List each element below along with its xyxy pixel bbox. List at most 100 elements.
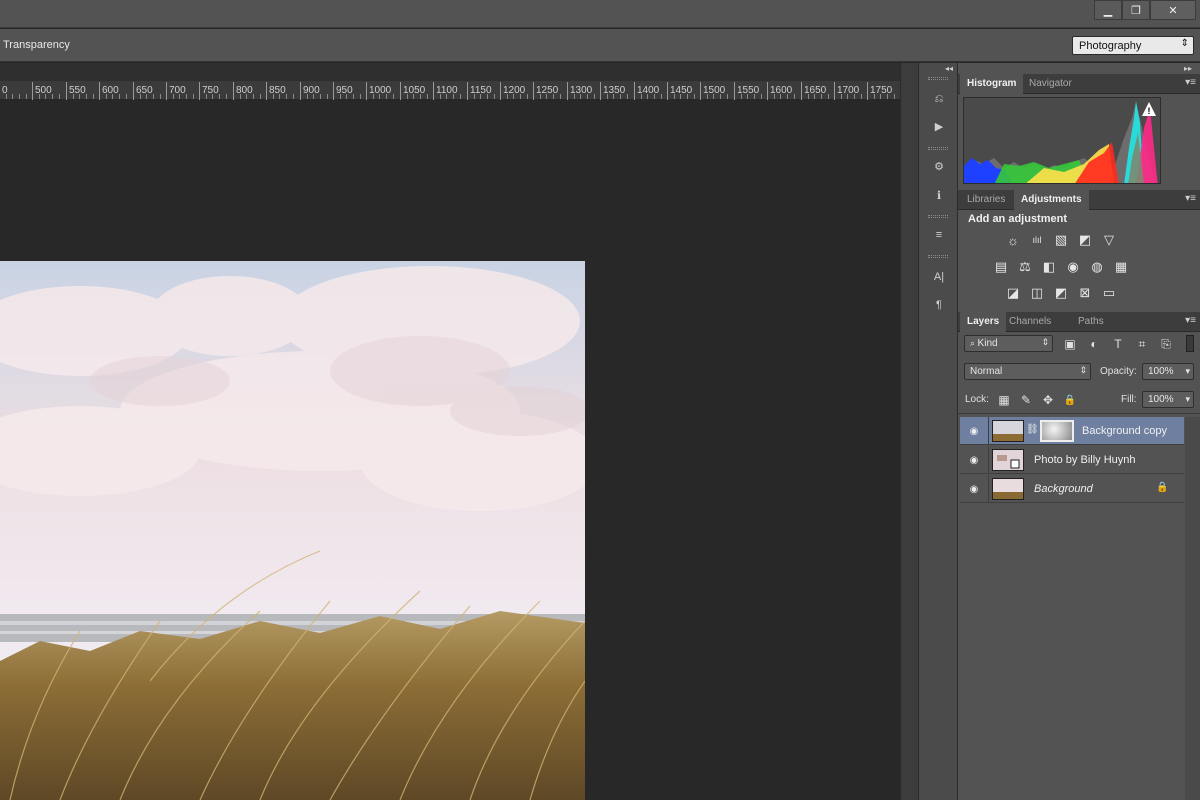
ruler-minor-tick: [112, 94, 113, 99]
ruler-minor-tick: [546, 94, 547, 99]
canvas-scrollbar[interactable]: [900, 63, 918, 800]
dock-grip[interactable]: [928, 255, 948, 258]
opacity-value: 100%: [1148, 366, 1174, 377]
ruler-minor-tick: [487, 94, 488, 99]
smart-object-filter-icon[interactable]: ⎘: [1158, 336, 1174, 352]
ruler-minor-tick: [173, 94, 174, 99]
dock-grip[interactable]: [928, 77, 948, 80]
adjustment-filter-icon[interactable]: ◐: [1086, 336, 1102, 352]
ruler-tick-label: 550: [69, 85, 86, 96]
ruler-minor-tick: [627, 94, 628, 99]
document-photo[interactable]: [0, 261, 585, 800]
filter-toggle[interactable]: [1186, 335, 1194, 352]
type-filter-icon[interactable]: T: [1110, 336, 1126, 352]
pixel-filter-icon[interactable]: ▣: [1062, 336, 1078, 352]
dock-grip[interactable]: [928, 147, 948, 150]
actions-icon[interactable]: ▶: [927, 115, 951, 137]
ruler-minor-tick: [413, 94, 414, 99]
ruler-minor-tick: [754, 94, 755, 99]
ruler-minor-tick: [560, 94, 561, 99]
ruler-minor-tick: [847, 94, 848, 99]
minimize-icon: ▁: [1103, 4, 1113, 17]
tab-libraries[interactable]: Libraries: [960, 190, 1012, 210]
exposure-icon[interactable]: ◩: [1076, 232, 1094, 248]
photo-filter-icon[interactable]: ◉: [1064, 259, 1082, 275]
layers-scrollbar[interactable]: [1185, 417, 1200, 800]
lock-transparent-icon[interactable]: ▦: [996, 392, 1012, 408]
layers-empty-area[interactable]: [958, 504, 1185, 800]
eye-icon[interactable]: ◉: [967, 453, 981, 467]
eye-icon[interactable]: ◉: [967, 482, 981, 496]
tab-paths[interactable]: Paths: [1071, 312, 1111, 332]
link-icon[interactable]: ⛓: [1026, 424, 1039, 435]
tab-adjustments[interactable]: Adjustments: [1014, 190, 1089, 210]
blend-mode-select[interactable]: Normal ⇕: [964, 363, 1091, 380]
panel-menu-icon[interactable]: ▾≡: [1185, 315, 1196, 326]
black-white-icon[interactable]: ◧: [1040, 259, 1058, 275]
color-balance-icon[interactable]: ⚖: [1016, 259, 1034, 275]
layer-name[interactable]: Photo by Billy Huynh: [1034, 454, 1136, 466]
workspace-select[interactable]: Photography ⇕: [1072, 36, 1194, 55]
ruler-minor-tick: [273, 94, 274, 99]
ruler-minor-tick: [353, 94, 354, 99]
ruler-minor-tick: [887, 94, 888, 99]
tab-layers[interactable]: Layers: [960, 312, 1007, 332]
gradient-map-icon[interactable]: ▭: [1100, 285, 1118, 301]
ruler-minor-tick: [12, 94, 13, 99]
eye-icon[interactable]: ◉: [967, 424, 981, 438]
lock-position-icon[interactable]: ✥: [1040, 392, 1056, 408]
collapse-dock-icon[interactable]: ◂◂: [945, 64, 953, 73]
layer-name[interactable]: Background copy: [1082, 425, 1167, 437]
divider: [988, 417, 989, 445]
brightness-contrast-icon[interactable]: ☼: [1004, 232, 1022, 248]
fill-input[interactable]: 100% ▾: [1142, 391, 1194, 408]
layer-mask-thumbnail[interactable]: [1040, 420, 1074, 442]
layer-row-background[interactable]: ◉ Background 🔒: [960, 475, 1184, 503]
selective-color-icon[interactable]: ⊠: [1076, 285, 1094, 301]
invert-icon[interactable]: ◪: [1004, 285, 1022, 301]
opacity-input[interactable]: 100% ▾: [1142, 363, 1194, 380]
threshold-icon[interactable]: ◩: [1052, 285, 1070, 301]
posterize-icon[interactable]: ◫: [1028, 285, 1046, 301]
panel-menu-icon[interactable]: ▾≡: [1185, 193, 1196, 204]
restore-button[interactable]: ❐: [1122, 0, 1150, 20]
curves-icon[interactable]: ▧: [1052, 232, 1070, 248]
hue-saturation-icon[interactable]: ▤: [992, 259, 1010, 275]
vibrance-icon[interactable]: ▽: [1100, 232, 1118, 248]
ruler-minor-tick: [507, 94, 508, 99]
character-icon[interactable]: A|: [927, 266, 951, 288]
shape-filter-icon[interactable]: ⌗: [1134, 336, 1150, 352]
layer-row-photo-by-billy-huynh[interactable]: ◉ Photo by Billy Huynh: [960, 446, 1184, 474]
minimize-button[interactable]: ▁: [1094, 0, 1122, 20]
dock-grip[interactable]: [928, 215, 948, 218]
filter-kind-select[interactable]: ⌕ Kind ⇕: [964, 335, 1053, 352]
layer-row-background-copy[interactable]: ◉ ⛓ Background copy: [960, 417, 1184, 445]
close-button[interactable]: ✕: [1150, 0, 1196, 20]
info-icon[interactable]: ℹ: [927, 184, 951, 206]
ruler-minor-tick: [861, 94, 862, 99]
paragraph-icon[interactable]: ¶: [927, 294, 951, 316]
tab-histogram[interactable]: Histogram: [960, 74, 1024, 94]
ruler-minor-tick: [787, 94, 788, 99]
lock-image-icon[interactable]: ✎: [1018, 392, 1034, 408]
panel-menu-icon[interactable]: ▾≡: [1185, 77, 1196, 88]
color-lookup-icon[interactable]: ▦: [1112, 259, 1130, 275]
tab-channels[interactable]: Channels: [1002, 312, 1058, 332]
levels-icon[interactable]: ılıl: [1028, 232, 1046, 248]
transparency-label[interactable]: Transparency: [3, 39, 70, 51]
layer-name[interactable]: Background: [1034, 483, 1093, 495]
clone-source-icon[interactable]: ≡: [927, 224, 951, 246]
properties-icon[interactable]: ⚙: [927, 155, 951, 177]
layer-lock-icon[interactable]: 🔒: [1156, 482, 1168, 493]
divider: [988, 446, 989, 474]
tab-navigator[interactable]: Navigator: [1022, 74, 1079, 94]
channel-mixer-icon[interactable]: ◍: [1088, 259, 1106, 275]
history-icon[interactable]: ⎌: [927, 88, 951, 110]
collapse-panels-icon[interactable]: ▸▸: [1184, 64, 1192, 73]
lock-all-icon[interactable]: 🔒: [1062, 392, 1078, 408]
ruler-minor-tick: [580, 94, 581, 99]
ruler-minor-tick: [140, 94, 141, 99]
ruler-minor-tick: [373, 94, 374, 99]
ruler-minor-tick: [741, 94, 742, 99]
ruler-minor-tick: [86, 94, 87, 99]
